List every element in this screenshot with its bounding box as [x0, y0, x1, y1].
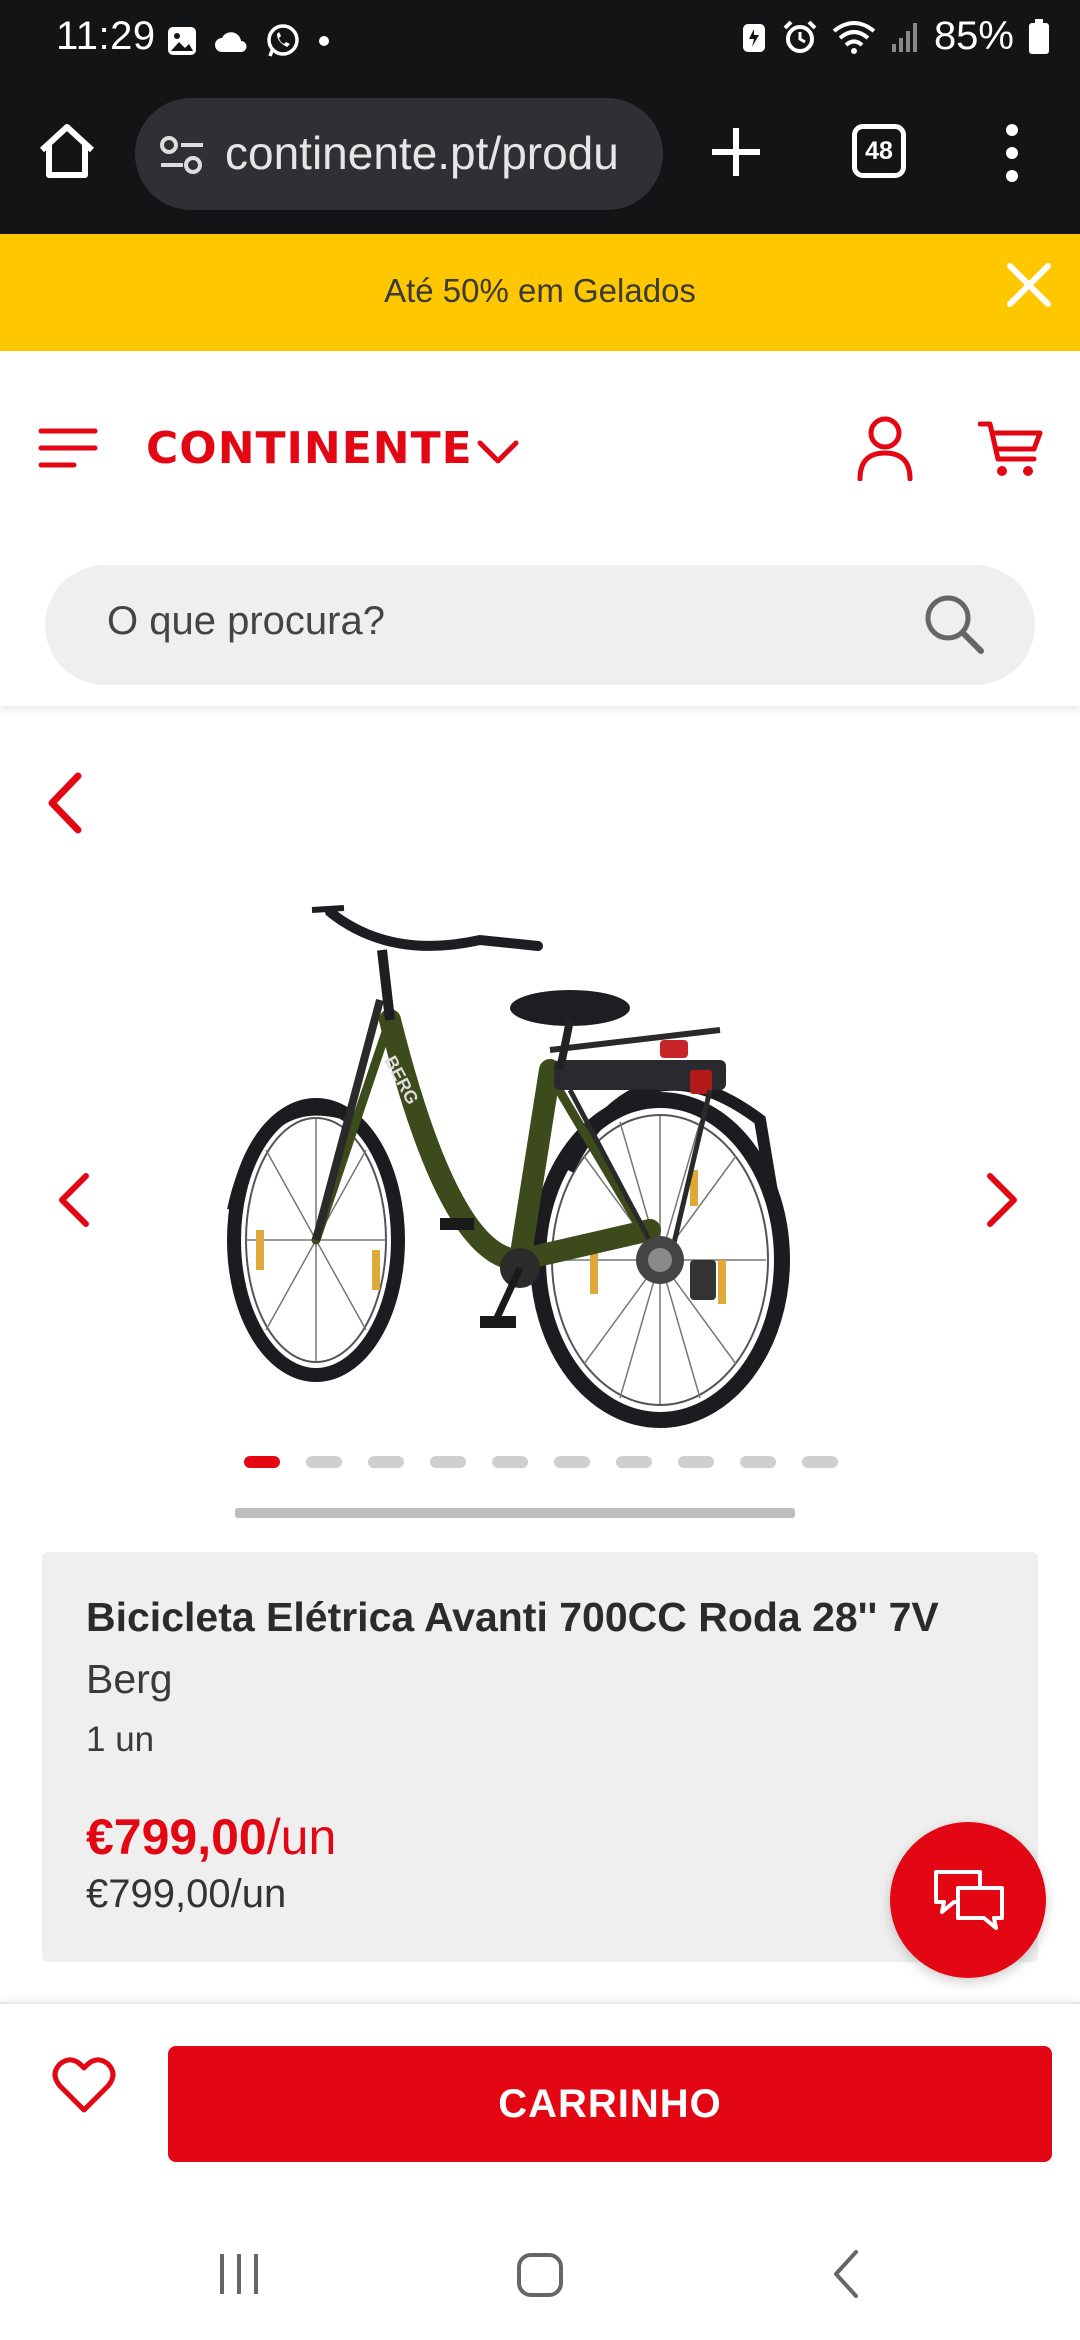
product-price-per-unit: €799,00/un — [86, 1872, 287, 1916]
gallery-dot[interactable] — [554, 1456, 590, 1468]
promo-text[interactable]: Até 50% em Gelados — [0, 272, 1080, 310]
heart-icon[interactable] — [52, 2056, 116, 2114]
add-to-cart-button[interactable]: CARRINHO — [168, 2046, 1052, 2162]
back-arrow-icon[interactable] — [44, 772, 84, 834]
battery-percent: 85% — [933, 14, 1014, 58]
battery-saver-icon — [742, 23, 765, 52]
product-price: €799,00/un — [86, 1808, 336, 1866]
browser-toolbar: continente.pt/produ 48 — [0, 82, 1080, 234]
wifi-icon — [832, 20, 876, 54]
product-image-bicycle[interactable]: BERG — [220, 880, 860, 1440]
whatsapp-icon — [267, 24, 299, 57]
gallery-scrollbar[interactable] — [235, 1508, 795, 1518]
cloud-icon — [215, 32, 247, 52]
gallery-dot[interactable] — [306, 1456, 342, 1468]
gallery-dot[interactable] — [492, 1456, 528, 1468]
continente-logo[interactable]: CONTINENTE — [146, 423, 473, 474]
gallery-dot[interactable] — [244, 1456, 280, 1468]
price-value: €799,00 — [86, 1809, 267, 1865]
chat-button[interactable] — [890, 1822, 1046, 1978]
system-navigation-bar — [0, 2202, 1080, 2340]
recent-apps-icon[interactable] — [216, 2252, 262, 2296]
tab-switcher-button[interactable]: 48 — [852, 124, 906, 178]
product-brand[interactable]: Berg — [86, 1656, 173, 1703]
promo-banner[interactable]: Até 50% em Gelados — [0, 234, 1080, 351]
account-icon[interactable] — [856, 415, 914, 481]
gallery-dot[interactable] — [678, 1456, 714, 1468]
site-settings-icon[interactable] — [159, 134, 205, 176]
nav-home-icon[interactable] — [516, 2252, 564, 2298]
search-bar[interactable] — [45, 565, 1035, 685]
gallery-pagination — [244, 1456, 838, 1468]
signal-icon — [891, 22, 917, 52]
battery-icon — [1029, 18, 1049, 54]
product-title: Bicicleta Elétrica Avanti 700CC Roda 28'… — [86, 1594, 939, 1640]
gallery-dot[interactable] — [802, 1456, 838, 1468]
tab-count: 48 — [865, 136, 893, 165]
home-icon[interactable] — [36, 120, 98, 182]
chevron-down-icon[interactable] — [476, 437, 520, 467]
gallery-dot[interactable] — [430, 1456, 466, 1468]
gallery-next-icon[interactable] — [984, 1172, 1020, 1228]
site-header: CONTINENTE — [0, 351, 1080, 706]
search-input[interactable] — [107, 599, 867, 644]
alarm-icon — [783, 20, 817, 53]
status-time: 11:29 — [56, 14, 156, 58]
gallery-dot[interactable] — [740, 1456, 776, 1468]
nav-back-icon[interactable] — [830, 2248, 860, 2300]
bottom-action-bar: CARRINHO — [0, 2002, 1080, 2202]
product-info-card: Bicicleta Elétrica Avanti 700CC Roda 28'… — [42, 1552, 1038, 1962]
product-unit: 1 un — [86, 1720, 155, 1759]
gallery-dot[interactable] — [368, 1456, 404, 1468]
menu-icon[interactable] — [38, 425, 98, 471]
more-menu-icon[interactable] — [992, 118, 1032, 188]
gallery-prev-icon[interactable] — [56, 1172, 92, 1228]
gallery-icon — [168, 27, 196, 55]
dot-icon — [319, 36, 329, 46]
new-tab-icon[interactable] — [706, 122, 766, 182]
address-bar[interactable]: continente.pt/produ — [135, 98, 663, 210]
price-unit: /un — [266, 1809, 337, 1865]
status-bar: 11:29 85% — [0, 0, 1080, 82]
cart-icon[interactable] — [978, 419, 1044, 479]
search-icon[interactable] — [921, 591, 987, 657]
chat-icon — [934, 1870, 1004, 1930]
close-icon[interactable] — [1002, 258, 1056, 312]
url-text[interactable]: continente.pt/produ — [225, 126, 655, 180]
gallery-dot[interactable] — [616, 1456, 652, 1468]
